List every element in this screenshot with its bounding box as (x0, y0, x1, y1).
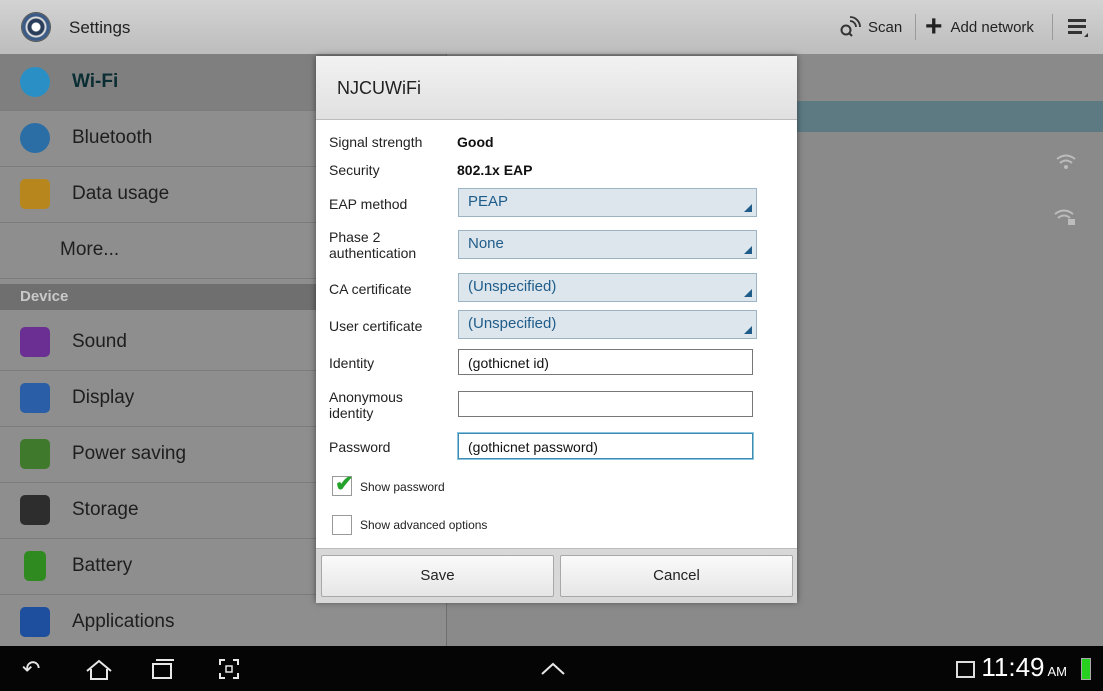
user-certificate-select[interactable]: (Unspecified) (458, 310, 757, 339)
wifi-signal-icon (1056, 154, 1076, 169)
plus-icon: + (925, 10, 943, 43)
save-button[interactable]: Save (321, 555, 554, 597)
eap-method-label: EAP method (329, 196, 408, 212)
phase2-label: Phase 2 authentication (329, 229, 416, 261)
security-value: 802.1x EAP (457, 162, 533, 178)
dropdown-arrow-icon (744, 204, 752, 212)
sidebar-item-label: More... (60, 239, 120, 260)
battery-icon (24, 551, 46, 581)
security-label: Security (329, 162, 380, 178)
dropdown-arrow-icon (744, 289, 752, 297)
data-usage-icon (20, 179, 50, 209)
password-label: Password (329, 439, 391, 455)
clock-time: 11:49 (981, 652, 1045, 682)
checkmark-icon: ✔ (335, 471, 354, 496)
sidebar-item-label: Display (72, 387, 135, 408)
show-advanced-label: Show advanced options (360, 518, 488, 532)
sidebar-item-label: Storage (72, 499, 139, 520)
cancel-button[interactable]: Cancel (560, 555, 793, 597)
anonymous-identity-label: Anonymous identity (329, 389, 403, 421)
phase2-label-line2: authentication (329, 245, 417, 261)
sidebar-item-label: Data usage (72, 183, 170, 204)
phase2-label-line1: Phase 2 (329, 229, 381, 245)
user-certificate-label: User certificate (329, 318, 423, 334)
screen-capture-icon[interactable] (218, 658, 240, 680)
signal-strength-value: Good (457, 134, 494, 150)
overflow-menu-button[interactable] (1066, 12, 1090, 42)
back-icon[interactable]: ↶ (22, 656, 40, 682)
ca-certificate-select[interactable]: (Unspecified) (458, 273, 757, 302)
scan-label: Scan (868, 18, 903, 36)
bluetooth-icon (20, 123, 50, 153)
sidebar-item-label: Power saving (72, 443, 187, 464)
anonymous-label-line1: Anonymous (329, 389, 403, 405)
dropdown-arrow-icon (744, 246, 752, 254)
add-network-button[interactable]: + Add network (925, 12, 1034, 42)
storage-icon (20, 495, 50, 525)
power-saving-icon (20, 439, 50, 469)
section-header-label: Device (20, 288, 69, 305)
phase2-value: None (468, 235, 504, 252)
password-field[interactable]: (gothicnet password) (458, 433, 753, 459)
recent-apps-icon[interactable] (150, 658, 176, 680)
phase2-select[interactable]: None (458, 230, 757, 259)
anonymous-label-line2: identity (329, 405, 374, 421)
anonymous-identity-field[interactable] (458, 391, 753, 417)
sidebar-item-label: Applications (72, 611, 175, 632)
sidebar-item-label: Sound (72, 331, 127, 352)
identity-field[interactable]: (gothicnet id) (458, 349, 753, 375)
dropdown-arrow-icon (744, 326, 752, 334)
show-password-label: Show password (360, 480, 445, 494)
scan-icon (840, 16, 861, 37)
signal-strength-label: Signal strength (329, 134, 423, 150)
ca-certificate-label: CA certificate (329, 281, 412, 297)
eap-method-value: PEAP (468, 193, 509, 210)
gallery-notification-icon (956, 661, 975, 678)
app-title: Settings (69, 18, 131, 37)
applications-icon (20, 607, 50, 637)
divider (915, 14, 916, 40)
dialog-title-bar: NJCUWiFi (316, 56, 797, 120)
show-advanced-checkbox[interactable] (332, 515, 352, 535)
wifi-config-dialog: NJCUWiFi Signal strength Good Security 8… (316, 56, 797, 603)
home-icon[interactable] (84, 659, 114, 681)
show-password-checkbox[interactable]: ✔ (332, 471, 353, 496)
sidebar-item-label: Battery (72, 555, 133, 576)
clock-ampm: AM (1047, 664, 1068, 679)
sidebar-item-label: Wi-Fi (72, 71, 119, 92)
user-certificate-value: (Unspecified) (468, 315, 557, 332)
wifi-locked-icon (1054, 209, 1075, 225)
divider (1052, 14, 1053, 40)
ca-certificate-value: (Unspecified) (468, 278, 557, 295)
display-icon (20, 383, 50, 413)
add-network-label: Add network (950, 18, 1034, 36)
sidebar-item-label: Bluetooth (72, 127, 153, 148)
system-navigation-bar: ↶ 11:49 AM (0, 646, 1103, 691)
scan-button[interactable]: Scan (838, 12, 902, 42)
battery-status-icon (1081, 658, 1091, 680)
eap-method-select[interactable]: PEAP (458, 188, 757, 217)
action-bar: Settings Scan + Add network (0, 0, 1103, 55)
wifi-icon (20, 67, 50, 97)
menu-icon (1068, 19, 1088, 37)
status-clock: 11:49 AM (981, 652, 1067, 683)
dialog-button-bar: Save Cancel (316, 548, 797, 603)
identity-label: Identity (329, 355, 375, 371)
dialog-title: NJCUWiFi (337, 78, 421, 98)
settings-app-icon[interactable] (22, 13, 50, 41)
chevron-up-icon[interactable] (540, 660, 566, 676)
speaker-icon (20, 327, 50, 357)
